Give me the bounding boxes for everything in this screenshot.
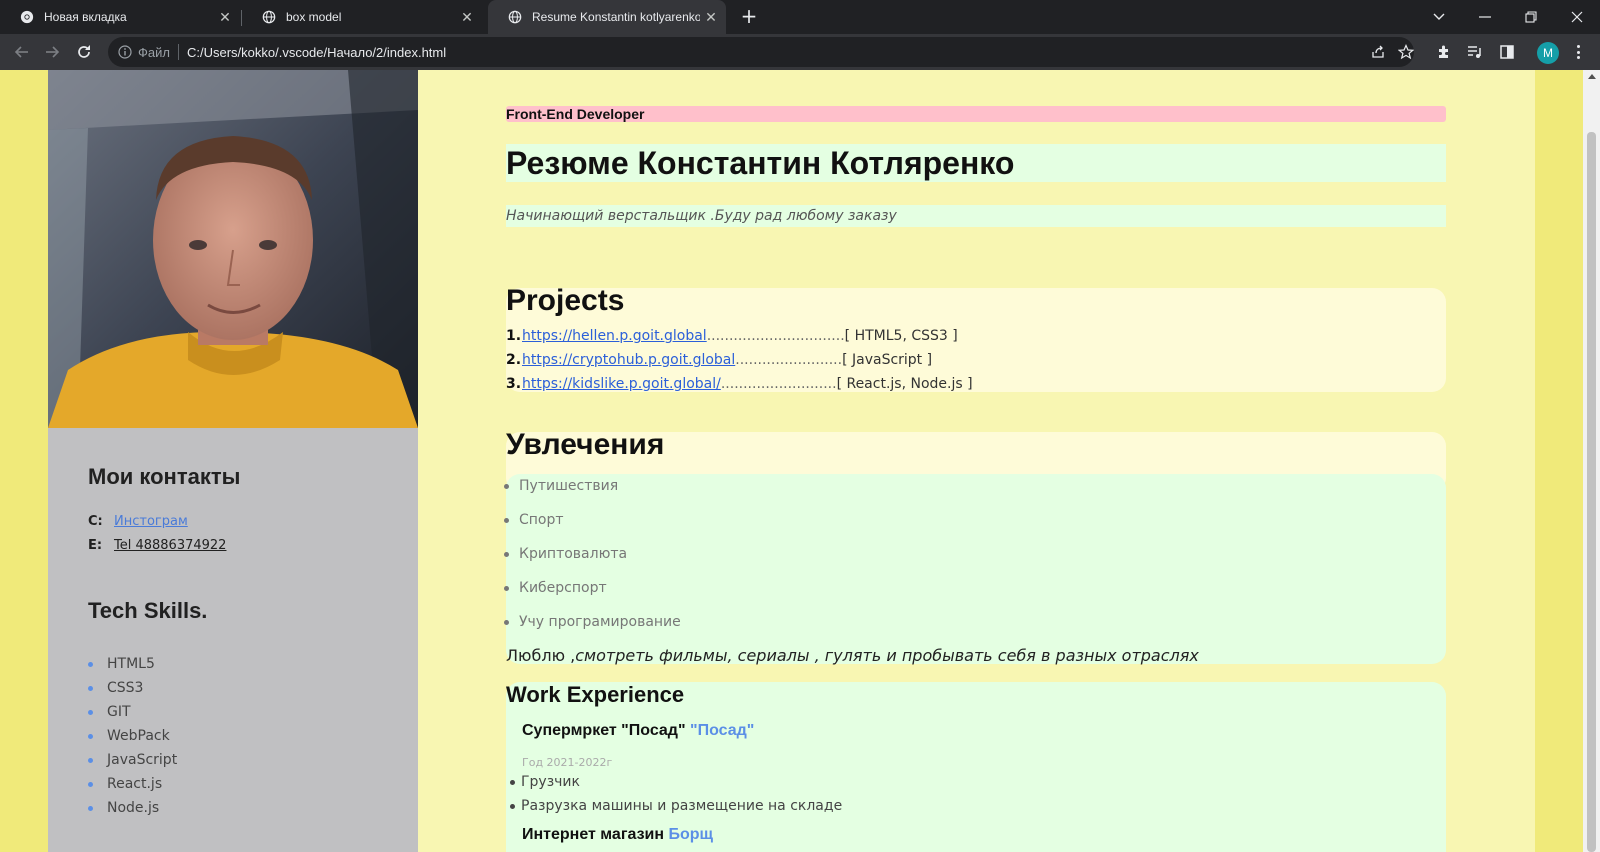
url-text[interactable]: C:/Users/kokko/.vscode/Начало/2/index.ht…	[187, 45, 446, 60]
list-number: 2.	[506, 352, 522, 368]
contact-row-phone: E: Tel 48886374922	[88, 538, 226, 553]
close-window-icon[interactable]	[1554, 0, 1600, 34]
extensions-icon[interactable]	[1434, 42, 1454, 62]
role-label: Front-End Developer	[506, 106, 1446, 122]
contact-label: E:	[88, 538, 103, 553]
tab-title: Resume Konstantin kotlyarenko	[532, 10, 700, 24]
tab-new-tab[interactable]: Новая вкладка ✕	[0, 0, 240, 34]
address-bar[interactable]: Файл C:/Users/kokko/.vscode/Начало/2/ind…	[108, 37, 1414, 67]
page-title: Резюме Константин Котляренко	[506, 144, 1446, 182]
list-item: WebPack	[88, 724, 177, 748]
leader-dots: ..........................	[720, 376, 837, 392]
star-icon[interactable]	[1396, 42, 1416, 62]
back-icon[interactable]	[8, 38, 36, 66]
job-title-text: Супермркет "Посад"	[522, 722, 686, 739]
list-item: 3. https://kidslike.p.goit.global/ .....…	[506, 372, 973, 396]
globe-icon	[508, 10, 522, 24]
phone-link[interactable]: Tel 48886374922	[114, 538, 226, 553]
minimize-icon[interactable]	[1462, 0, 1508, 34]
menu-icon[interactable]	[1570, 42, 1586, 62]
list-item: Грузчик	[521, 770, 580, 794]
skills-list: HTML5 CSS3 GIT WebPack JavaScript React.…	[88, 652, 177, 820]
job-title-text: Интернет магазин	[522, 826, 665, 843]
side-panel-icon[interactable]	[1497, 42, 1517, 62]
close-icon[interactable]: ✕	[456, 9, 478, 26]
list-item: Node.js	[88, 796, 177, 820]
profile-photo-image	[48, 70, 418, 428]
hobbies-note-italic: смотреть фильмы, сериалы , гулять и проб…	[575, 646, 1199, 665]
job-title: Интернет магазин Борщ	[522, 826, 713, 844]
leader-dots: ...............................	[706, 328, 845, 344]
tab-title: Новая вкладка	[44, 10, 127, 24]
restore-icon[interactable]	[1508, 0, 1554, 34]
list-item: Киберспорт	[519, 576, 607, 600]
url-divider	[177, 44, 179, 60]
profile-photo	[48, 70, 418, 428]
list-item: React.js	[88, 772, 177, 796]
contact-row-social: C: Инстограм	[88, 514, 188, 529]
main-content: Front-End Developer Резюме Константин Ко…	[418, 70, 1535, 852]
avatar[interactable]: M	[1537, 42, 1559, 64]
skills-heading: Tech Skills.	[88, 598, 208, 623]
list-number: 3.	[506, 376, 522, 392]
list-item: Учу програмирование	[519, 610, 681, 634]
project-tech: [ HTML5, CSS3 ]	[844, 328, 958, 344]
tab-resume[interactable]: Resume Konstantin kotlyarenko ✕	[488, 0, 726, 34]
tagline: Начинающий верстальщик .Буду рад любому …	[506, 205, 1446, 227]
scroll-up-icon[interactable]	[1588, 74, 1596, 79]
list-number: 1.	[506, 328, 522, 344]
list-item: 2. https://cryptohub.p.goit.global .....…	[506, 348, 932, 372]
hobbies-note-plain: Люблю ,	[506, 646, 576, 665]
list-item: HTML5	[88, 652, 177, 676]
projects-heading: Projects	[506, 284, 625, 317]
close-icon[interactable]: ✕	[214, 9, 236, 26]
tab-strip: Новая вкладка ✕ box model ✕ Resume Konst…	[0, 0, 1600, 34]
list-item: 1. https://hellen.p.goit.global ........…	[506, 324, 958, 348]
browser-toolbar: Файл C:/Users/kokko/.vscode/Начало/2/ind…	[0, 34, 1600, 70]
job-date: Год 2021-2022г	[522, 756, 613, 769]
work-heading: Work Experience	[506, 682, 685, 707]
sidebar: Мои контакты C: Инстограм E: Tel 4888637…	[48, 70, 418, 852]
list-item: Криптовалюта	[519, 542, 627, 566]
page-scrollbar[interactable]	[1583, 70, 1600, 852]
project-tech: [ React.js, Node.js ]	[836, 376, 973, 392]
project-tech: [ JavaScript ]	[842, 352, 933, 368]
hobbies-note: Люблю ,смотреть фильмы, сериалы , гулять…	[506, 646, 1199, 665]
close-icon[interactable]: ✕	[700, 9, 722, 26]
media-icon[interactable]	[1465, 42, 1485, 62]
job-title: Супермркет "Посад" "Посад"	[522, 722, 754, 740]
hobbies-list-card	[506, 474, 1446, 664]
contacts-heading: Мои контакты	[88, 464, 241, 489]
list-item: GIT	[88, 700, 177, 724]
list-item: Путишествия	[519, 474, 618, 498]
chevron-down-icon[interactable]	[1416, 0, 1462, 34]
plus-icon[interactable]: +	[736, 4, 762, 30]
job-brand: "Посад"	[690, 722, 755, 739]
hobbies-heading: Увлечения	[506, 428, 665, 461]
page-viewport: Мои контакты C: Инстограм E: Tel 4888637…	[0, 70, 1583, 852]
chrome-icon	[20, 10, 34, 24]
reload-icon[interactable]	[70, 38, 98, 66]
tab-title: box model	[286, 10, 342, 24]
globe-icon	[262, 10, 276, 24]
project-link[interactable]: https://cryptohub.p.goit.global	[522, 352, 735, 368]
tab-box-model[interactable]: box model ✕	[242, 0, 482, 34]
share-icon[interactable]	[1368, 42, 1388, 62]
leader-dots: ........................	[735, 352, 843, 368]
scrollbar-thumb[interactable]	[1587, 132, 1596, 852]
list-item: CSS3	[88, 676, 177, 700]
list-item: JavaScript	[88, 748, 177, 772]
url-scheme: Файл	[138, 44, 170, 60]
contact-label: C:	[88, 514, 103, 529]
job-brand: Борщ	[668, 826, 714, 843]
project-link[interactable]: https://hellen.p.goit.global	[522, 328, 707, 344]
forward-icon[interactable]	[38, 38, 66, 66]
info-icon[interactable]	[118, 45, 132, 59]
list-item: Спорт	[519, 508, 564, 532]
right-margin	[1535, 70, 1583, 852]
list-item: Разрузка машины и размещение на складе	[521, 794, 842, 818]
instagram-link[interactable]: Инстограм	[114, 514, 188, 529]
project-link[interactable]: https://kidslike.p.goit.global/	[522, 376, 721, 392]
